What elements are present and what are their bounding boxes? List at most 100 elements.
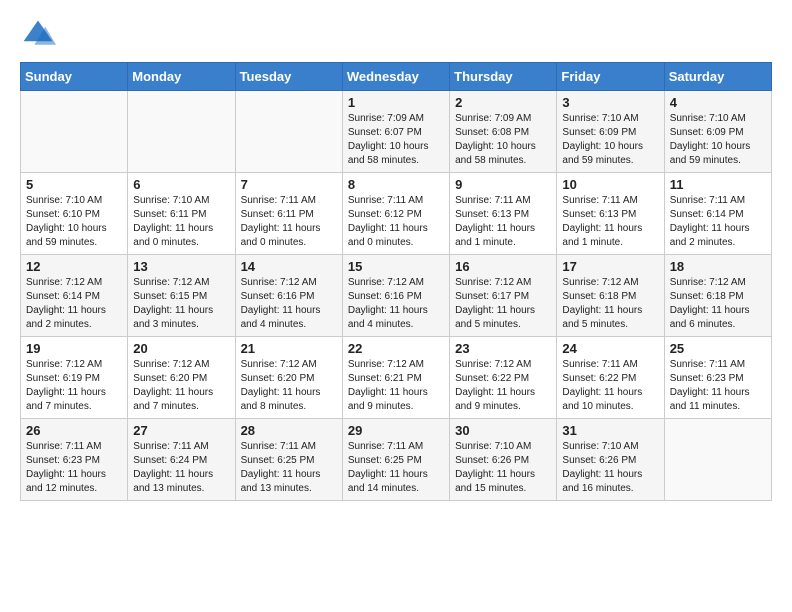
day-number: 30 [455, 423, 551, 438]
day-number: 12 [26, 259, 122, 274]
day-info: Sunrise: 7:10 AM Sunset: 6:26 PM Dayligh… [455, 440, 551, 496]
day-number: 29 [348, 423, 444, 438]
day-info: Sunrise: 7:12 AM Sunset: 6:20 PM Dayligh… [241, 358, 337, 414]
day-info: Sunrise: 7:11 AM Sunset: 6:12 PM Dayligh… [348, 194, 444, 250]
day-info: Sunrise: 7:12 AM Sunset: 6:16 PM Dayligh… [348, 276, 444, 332]
day-number: 18 [670, 259, 766, 274]
day-number: 26 [26, 423, 122, 438]
calendar-day-23: 23 Sunrise: 7:12 AM Sunset: 6:22 PM Dayli… [450, 337, 557, 419]
day-number: 22 [348, 341, 444, 356]
day-info: Sunrise: 7:12 AM Sunset: 6:20 PM Dayligh… [133, 358, 229, 414]
day-info: Sunrise: 7:11 AM Sunset: 6:23 PM Dayligh… [670, 358, 766, 414]
calendar-day-29: 29 Sunrise: 7:11 AM Sunset: 6:25 PM Dayli… [342, 419, 449, 501]
empty-cell [128, 91, 235, 173]
header [20, 16, 772, 52]
day-info: Sunrise: 7:12 AM Sunset: 6:19 PM Dayligh… [26, 358, 122, 414]
logo-icon [20, 16, 56, 52]
day-number: 25 [670, 341, 766, 356]
calendar-day-17: 17 Sunrise: 7:12 AM Sunset: 6:18 PM Dayli… [557, 255, 664, 337]
day-number: 14 [241, 259, 337, 274]
empty-cell [21, 91, 128, 173]
calendar-day-21: 21 Sunrise: 7:12 AM Sunset: 6:20 PM Dayli… [235, 337, 342, 419]
day-info: Sunrise: 7:11 AM Sunset: 6:22 PM Dayligh… [562, 358, 658, 414]
day-info: Sunrise: 7:12 AM Sunset: 6:18 PM Dayligh… [562, 276, 658, 332]
weekday-header-saturday: Saturday [664, 63, 771, 91]
day-number: 23 [455, 341, 551, 356]
weekday-header-tuesday: Tuesday [235, 63, 342, 91]
day-number: 11 [670, 177, 766, 192]
calendar-week-5: 26 Sunrise: 7:11 AM Sunset: 6:23 PM Dayli… [21, 419, 772, 501]
day-number: 20 [133, 341, 229, 356]
empty-cell [235, 91, 342, 173]
day-number: 5 [26, 177, 122, 192]
calendar-week-2: 5 Sunrise: 7:10 AM Sunset: 6:10 PM Daylig… [21, 173, 772, 255]
day-number: 15 [348, 259, 444, 274]
calendar-day-16: 16 Sunrise: 7:12 AM Sunset: 6:17 PM Dayli… [450, 255, 557, 337]
day-number: 21 [241, 341, 337, 356]
calendar-day-9: 9Sunrise: 7:11 AM Sunset: 6:13 PM Daylig… [450, 173, 557, 255]
day-info: Sunrise: 7:11 AM Sunset: 6:25 PM Dayligh… [241, 440, 337, 496]
calendar-header-row: SundayMondayTuesdayWednesdayThursdayFrid… [21, 63, 772, 91]
calendar-day-28: 28Sunrise: 7:11 AM Sunset: 6:25 PM Dayli… [235, 419, 342, 501]
weekday-header-sunday: Sunday [21, 63, 128, 91]
day-number: 6 [133, 177, 229, 192]
calendar: SundayMondayTuesdayWednesdayThursdayFrid… [20, 62, 772, 501]
calendar-day-22: 22 Sunrise: 7:12 AM Sunset: 6:21 PM Dayli… [342, 337, 449, 419]
calendar-day-10: 10Sunrise: 7:11 AM Sunset: 6:13 PM Dayli… [557, 173, 664, 255]
day-number: 1 [348, 95, 444, 110]
logo [20, 16, 60, 52]
day-info: Sunrise: 7:09 AM Sunset: 6:08 PM Dayligh… [455, 112, 551, 168]
calendar-day-25: 25 Sunrise: 7:11 AM Sunset: 6:23 PM Dayli… [664, 337, 771, 419]
page: SundayMondayTuesdayWednesdayThursdayFrid… [0, 0, 792, 612]
day-number: 13 [133, 259, 229, 274]
weekday-header-thursday: Thursday [450, 63, 557, 91]
calendar-week-3: 12 Sunrise: 7:12 AM Sunset: 6:14 PM Dayli… [21, 255, 772, 337]
day-number: 19 [26, 341, 122, 356]
empty-cell [664, 419, 771, 501]
day-number: 3 [562, 95, 658, 110]
calendar-week-4: 19 Sunrise: 7:12 AM Sunset: 6:19 PM Dayli… [21, 337, 772, 419]
day-number: 7 [241, 177, 337, 192]
day-info: Sunrise: 7:10 AM Sunset: 6:09 PM Dayligh… [670, 112, 766, 168]
day-info: Sunrise: 7:11 AM Sunset: 6:23 PM Dayligh… [26, 440, 122, 496]
day-info: Sunrise: 7:12 AM Sunset: 6:21 PM Dayligh… [348, 358, 444, 414]
day-info: Sunrise: 7:12 AM Sunset: 6:18 PM Dayligh… [670, 276, 766, 332]
calendar-day-8: 8 Sunrise: 7:11 AM Sunset: 6:12 PM Daylig… [342, 173, 449, 255]
day-info: Sunrise: 7:11 AM Sunset: 6:13 PM Dayligh… [562, 194, 658, 250]
calendar-day-20: 20 Sunrise: 7:12 AM Sunset: 6:20 PM Dayli… [128, 337, 235, 419]
day-info: Sunrise: 7:12 AM Sunset: 6:14 PM Dayligh… [26, 276, 122, 332]
day-info: Sunrise: 7:10 AM Sunset: 6:10 PM Dayligh… [26, 194, 122, 250]
day-info: Sunrise: 7:12 AM Sunset: 6:17 PM Dayligh… [455, 276, 551, 332]
day-number: 16 [455, 259, 551, 274]
calendar-day-30: 30 Sunrise: 7:10 AM Sunset: 6:26 PM Dayli… [450, 419, 557, 501]
calendar-day-7: 7 Sunrise: 7:11 AM Sunset: 6:11 PM Daylig… [235, 173, 342, 255]
calendar-day-26: 26 Sunrise: 7:11 AM Sunset: 6:23 PM Dayli… [21, 419, 128, 501]
calendar-day-4: 4 Sunrise: 7:10 AM Sunset: 6:09 PM Daylig… [664, 91, 771, 173]
calendar-day-15: 15 Sunrise: 7:12 AM Sunset: 6:16 PM Dayli… [342, 255, 449, 337]
day-info: Sunrise: 7:12 AM Sunset: 6:22 PM Dayligh… [455, 358, 551, 414]
calendar-day-12: 12 Sunrise: 7:12 AM Sunset: 6:14 PM Dayli… [21, 255, 128, 337]
calendar-day-27: 27 Sunrise: 7:11 AM Sunset: 6:24 PM Dayli… [128, 419, 235, 501]
day-info: Sunrise: 7:11 AM Sunset: 6:25 PM Dayligh… [348, 440, 444, 496]
day-info: Sunrise: 7:10 AM Sunset: 6:26 PM Dayligh… [562, 440, 658, 496]
calendar-day-11: 11Sunrise: 7:11 AM Sunset: 6:14 PM Dayli… [664, 173, 771, 255]
calendar-day-1: 1Sunrise: 7:09 AM Sunset: 6:07 PM Daylig… [342, 91, 449, 173]
day-number: 8 [348, 177, 444, 192]
calendar-day-14: 14 Sunrise: 7:12 AM Sunset: 6:16 PM Dayli… [235, 255, 342, 337]
day-number: 4 [670, 95, 766, 110]
day-info: Sunrise: 7:11 AM Sunset: 6:13 PM Dayligh… [455, 194, 551, 250]
day-info: Sunrise: 7:11 AM Sunset: 6:11 PM Dayligh… [241, 194, 337, 250]
calendar-day-3: 3Sunrise: 7:10 AM Sunset: 6:09 PM Daylig… [557, 91, 664, 173]
weekday-header-monday: Monday [128, 63, 235, 91]
weekday-header-friday: Friday [557, 63, 664, 91]
day-number: 27 [133, 423, 229, 438]
calendar-day-19: 19 Sunrise: 7:12 AM Sunset: 6:19 PM Dayli… [21, 337, 128, 419]
day-number: 24 [562, 341, 658, 356]
calendar-week-1: 1Sunrise: 7:09 AM Sunset: 6:07 PM Daylig… [21, 91, 772, 173]
day-info: Sunrise: 7:11 AM Sunset: 6:24 PM Dayligh… [133, 440, 229, 496]
day-info: Sunrise: 7:12 AM Sunset: 6:16 PM Dayligh… [241, 276, 337, 332]
calendar-day-31: 31Sunrise: 7:10 AM Sunset: 6:26 PM Dayli… [557, 419, 664, 501]
calendar-day-24: 24 Sunrise: 7:11 AM Sunset: 6:22 PM Dayli… [557, 337, 664, 419]
day-number: 17 [562, 259, 658, 274]
calendar-day-5: 5 Sunrise: 7:10 AM Sunset: 6:10 PM Daylig… [21, 173, 128, 255]
